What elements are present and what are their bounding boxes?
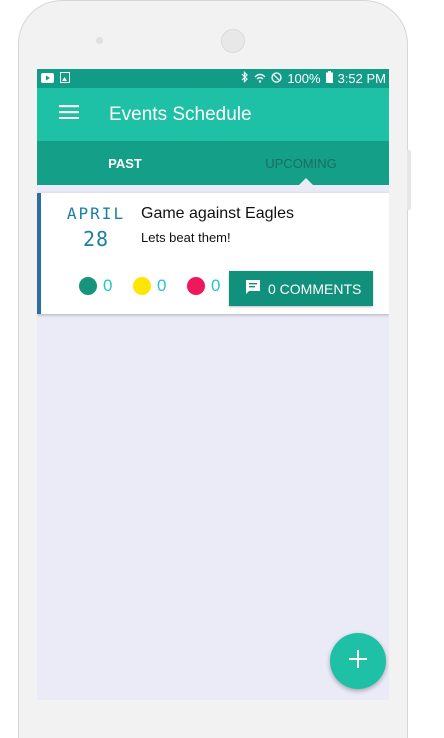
no-disturb-icon [271,71,282,86]
app-bar: Events Schedule [37,88,389,141]
event-month: APRIL [66,204,126,223]
tab-past[interactable]: PAST [37,141,213,185]
hamburger-menu-icon [59,105,79,124]
image-icon [60,71,70,86]
rsvp-dot-green [79,277,97,295]
event-date: APRIL 28 [61,204,131,251]
rsvp-dot-red [187,277,205,295]
battery-level: 100% [287,71,321,86]
clock: 3:52 PM [337,71,386,86]
comments-button[interactable]: 0 COMMENTS [229,271,373,306]
rsvp-not-going[interactable]: 0 [187,276,220,296]
tab-bar: PAST UPCOMING [37,141,389,185]
earpiece-speaker [221,29,245,53]
tab-indicator [299,178,313,185]
plus-icon [349,649,367,673]
rsvp-maybe[interactable]: 0 [133,276,166,296]
rsvp-count: 0 [157,276,167,295]
rsvp-count: 0 [211,276,221,295]
add-event-button[interactable] [330,633,386,689]
event-title: Game against Eagles [141,205,294,222]
front-camera [96,37,103,44]
bluetooth-icon [241,71,249,86]
menu-button[interactable] [37,88,101,141]
youtube-icon [41,71,54,86]
page-title: Events Schedule [109,103,252,125]
battery-icon [325,71,333,86]
side-button [407,150,411,210]
rsvp-count: 0 [103,276,113,295]
rsvp-going[interactable]: 0 [79,276,112,296]
event-description: Lets beat them! [141,230,231,245]
event-card[interactable]: APRIL 28 Game against Eagles Lets beat t… [37,193,389,314]
wifi-icon [254,71,266,86]
event-day: 28 [82,227,110,251]
status-bar: 100% 3:52 PM [37,69,389,88]
app-screen: 100% 3:52 PM Events Schedule PAST UPCOMI… [37,69,389,700]
comments-label: 0 COMMENTS [268,280,362,297]
comment-icon [245,279,261,298]
rsvp-dot-yellow [133,277,151,295]
